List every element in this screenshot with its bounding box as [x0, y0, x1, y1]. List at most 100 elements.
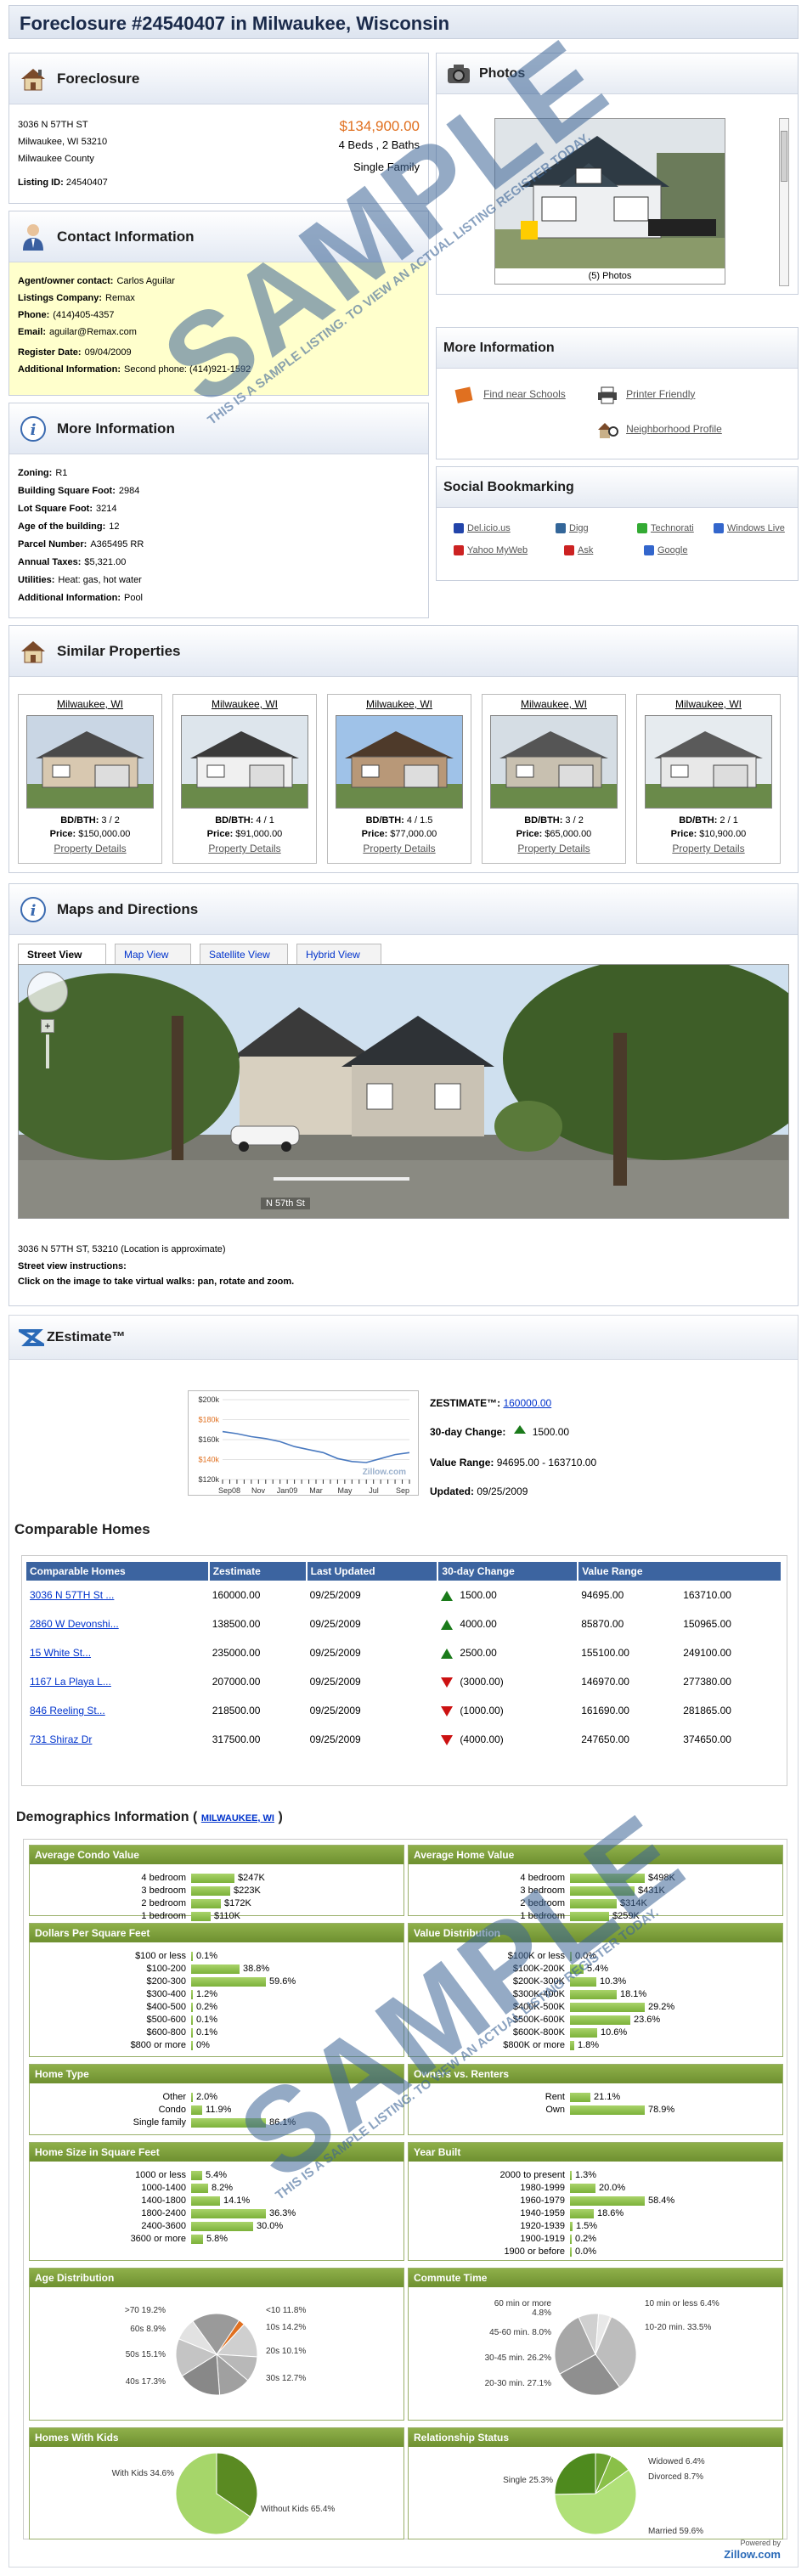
up-arrow-icon: [441, 1648, 454, 1659]
demo-bar: [570, 1874, 645, 1883]
social-digg-link[interactable]: Digg: [556, 523, 589, 534]
social-google-link[interactable]: Google: [644, 545, 687, 556]
comparable-address-link[interactable]: 2860 W Devonshi...: [30, 1618, 119, 1630]
social-yahoo-myweb-link[interactable]: Yahoo MyWeb: [454, 545, 528, 556]
similar-city[interactable]: Milwaukee, WI: [19, 698, 161, 710]
demo-bar-label: 1 bedroom: [520, 1911, 565, 1921]
address-line2: Milwaukee, WI 53210: [18, 137, 108, 147]
social-technorati-link[interactable]: Technorati: [637, 523, 694, 534]
printer-friendly-link[interactable]: Printer Friendly: [596, 386, 695, 404]
demo-pie-label: With Kids 34.6%: [111, 2469, 174, 2478]
zoom-in-button[interactable]: +: [41, 1019, 54, 1033]
demo-bar-value: 29.2%: [648, 2002, 675, 2012]
similar-photo[interactable]: [645, 715, 772, 809]
similar-price: Price: $77,000.00: [361, 829, 437, 839]
demo-bar-label: 2000 to present: [499, 2170, 565, 2180]
street-view-nav-control[interactable]: [27, 972, 68, 1012]
down-arrow-icon: [441, 1734, 454, 1745]
technorati-icon: [637, 523, 647, 534]
chart-y-tick: $160k: [198, 1435, 219, 1444]
demo-pie-chart: [175, 2313, 258, 2396]
similar-property-card[interactable]: Milwaukee, WI BD/BTH: 3 / 2 Price: $65,000.0…: [482, 694, 626, 864]
tab-street-view[interactable]: Street View: [18, 944, 106, 964]
property-details-link[interactable]: Property Details: [173, 843, 316, 854]
comparable-zestimate: 138500.00: [212, 1618, 261, 1630]
demo-pie-label: >70 19.2%: [124, 2306, 166, 2315]
demo-bar-value: $247K: [238, 1873, 265, 1883]
maps-panel: i Maps and Directions Street View Map Vi…: [8, 883, 799, 1306]
tab-satellite-view[interactable]: Satellite View: [200, 944, 288, 964]
photo-main[interactable]: (5) Photos: [494, 118, 725, 285]
demo-panel-dpsf: Dollars Per Square Feet $100 or less 0.1% $…: [29, 1923, 404, 2057]
similar-bd-bth: BD/BTH: 4 / 1.5: [365, 815, 433, 826]
demo-bar: [570, 2015, 630, 2025]
demo-pie-label: 60s 8.9%: [130, 2325, 166, 2334]
similar-photo[interactable]: [181, 715, 308, 809]
tab-map-view[interactable]: Map View: [115, 944, 191, 964]
similar-property-card[interactable]: Milwaukee, WI BD/BTH: 2 / 1 Price: $10,900.0…: [636, 694, 781, 864]
demo-bar-label: 4 bedroom: [141, 1873, 186, 1883]
similar-bd-bth: BD/BTH: 4 / 1: [215, 815, 274, 826]
down-arrow-icon: [441, 1677, 454, 1688]
similar-city[interactable]: Milwaukee, WI: [328, 698, 471, 710]
demo-bar-label: $400K-500K: [512, 2002, 565, 2012]
demo-bar-value: 21.1%: [594, 2092, 621, 2102]
similar-photo[interactable]: [336, 715, 463, 809]
similar-photo[interactable]: [490, 715, 618, 809]
demo-pie-label: 10 min or less 6.4%: [645, 2299, 720, 2308]
demo-bar-value: 0%: [196, 2040, 210, 2050]
photo-scrollbar[interactable]: [779, 118, 789, 286]
social-delicious-link[interactable]: Del.icio.us: [454, 523, 511, 534]
comparable-range: 94695.00 163710.00: [581, 1589, 731, 1601]
demographics-city-link[interactable]: MILWAUKEE, WI: [201, 1813, 274, 1823]
comparable-date: 09/25/2009: [309, 1647, 361, 1659]
demo-bar-value: 1.2%: [196, 1989, 218, 1999]
property-details-link[interactable]: Property Details: [637, 843, 780, 854]
demo-bar-value: 0.2%: [575, 2234, 597, 2244]
demo-bar: [570, 2235, 572, 2244]
demo-bar-label: 1960-1979: [520, 2196, 565, 2206]
demo-bar: [570, 1952, 572, 1961]
comparable-address-link[interactable]: 15 White St...: [30, 1647, 91, 1659]
similar-city[interactable]: Milwaukee, WI: [173, 698, 316, 710]
tab-hybrid-view[interactable]: Hybrid View: [296, 944, 381, 964]
similar-city[interactable]: Milwaukee, WI: [637, 698, 780, 710]
comparable-address-link[interactable]: 1167 La Playa L...: [30, 1676, 111, 1688]
similar-property-card[interactable]: Milwaukee, WI BD/BTH: 4 / 1 Price: $91,000.0…: [172, 694, 317, 864]
similar-city[interactable]: Milwaukee, WI: [483, 698, 625, 710]
street-view-instr-text: Click on the image to take virtual walks…: [18, 1277, 295, 1287]
county: Milwaukee County: [18, 154, 94, 164]
chart-y-tick: $140k: [198, 1456, 219, 1464]
property-details-link[interactable]: Property Details: [483, 843, 625, 854]
more-info-row: Additional Information: Pool: [18, 593, 144, 603]
similar-photo[interactable]: [26, 715, 154, 809]
demo-bar-value: 1.3%: [575, 2170, 597, 2180]
street-view-image[interactable]: + N 57th St: [18, 964, 789, 1219]
chart-y-tick: $180k: [198, 1416, 219, 1424]
similar-property-card[interactable]: Milwaukee, WI BD/BTH: 4 / 1.5 Price: $77,000…: [327, 694, 471, 864]
zoom-slider[interactable]: [46, 1034, 49, 1068]
contact-title: Contact Information: [57, 228, 195, 245]
demo-pie-label: 30-45 min. 26.2%: [484, 2353, 551, 2363]
comparable-address-link[interactable]: 731 Shiraz Dr: [30, 1733, 92, 1745]
comparable-address-link[interactable]: 846 Reeling St...: [30, 1705, 105, 1716]
comparable-address-link[interactable]: 3036 N 57TH St ...: [30, 1589, 114, 1601]
demo-bar-value: 5.8%: [206, 2234, 229, 2244]
demo-bar-value: $223K: [234, 1885, 261, 1896]
find-schools-link[interactable]: Find near Schools: [454, 386, 566, 404]
more-info-row: Lot Square Foot: 3214: [18, 504, 117, 514]
comparable-title: Comparable Homes: [14, 1521, 150, 1537]
zestimate-panel: ZEstimate™ $200k $180k $160k $140k $120k Sep0…: [8, 1315, 799, 2568]
zestimate-link[interactable]: 160000.00: [503, 1397, 551, 1409]
photos-panel: Photos (5) Photos: [436, 53, 799, 295]
social-ask-link[interactable]: Ask: [564, 545, 593, 556]
neighborhood-profile-link[interactable]: Neighborhood Profile: [596, 420, 722, 440]
zestimate-line-chart: $200k $180k $160k $140k $120k Sep08 Nov Jan09 Ma…: [198, 1395, 410, 1495]
demo-bar: [191, 1899, 221, 1908]
similar-property-card[interactable]: Milwaukee, WI BD/BTH: 3 / 2 Price: $150,000.…: [18, 694, 162, 864]
up-arrow-icon: [513, 1425, 526, 1434]
social-windows-live-link[interactable]: Windows Live: [714, 523, 785, 534]
property-details-link[interactable]: Property Details: [328, 843, 471, 854]
demo-bar-label: Rent: [545, 2092, 565, 2102]
property-details-link[interactable]: Property Details: [19, 843, 161, 854]
